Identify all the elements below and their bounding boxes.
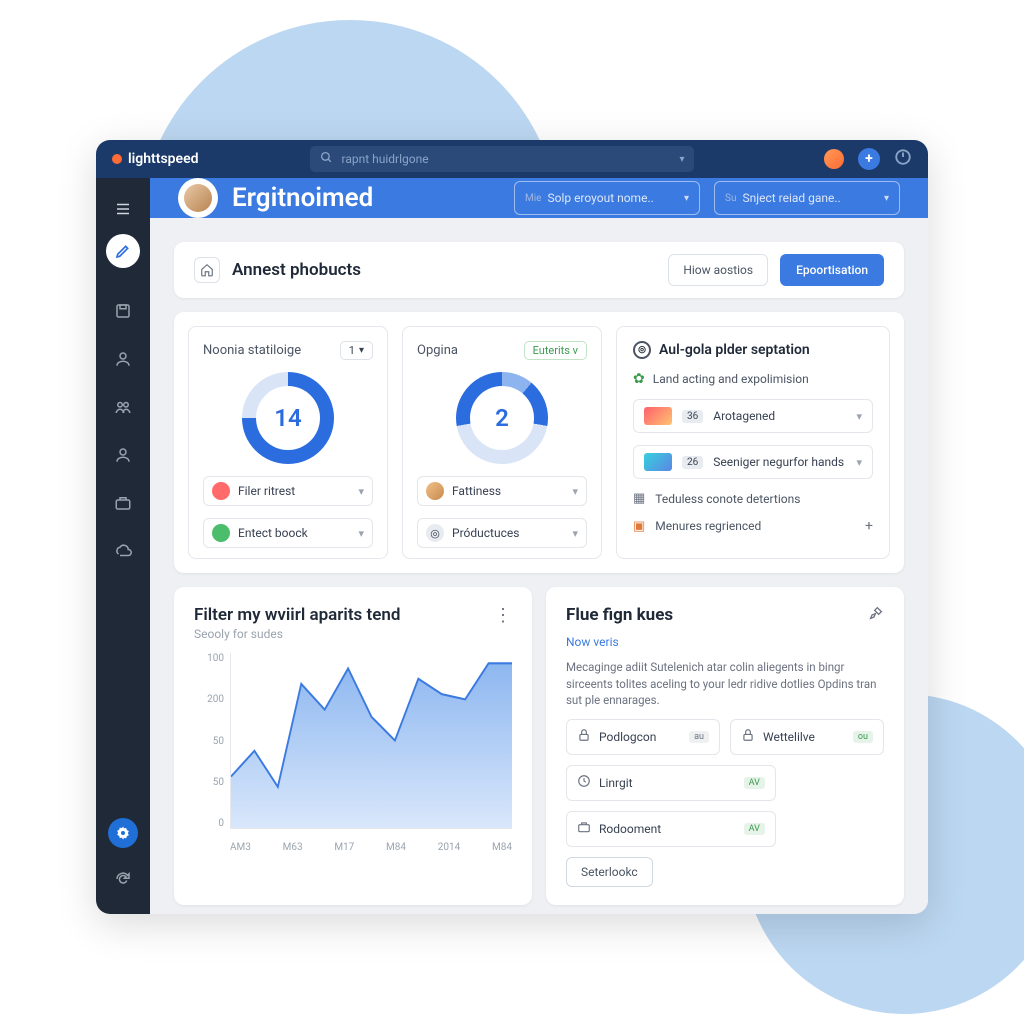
chevron-down-icon: ▾ <box>856 410 862 423</box>
info-body: Mecaginge adiit Sutelenich atar colin al… <box>566 659 884 709</box>
chart-subtitle: Seooly for sudes <box>194 627 400 641</box>
thumbnail <box>644 407 672 425</box>
lock-icon <box>741 728 755 746</box>
grid-icon: ▦ <box>633 491 645 506</box>
sidebar-item-profile[interactable] <box>106 438 140 472</box>
tools-icon[interactable] <box>868 605 884 625</box>
chevron-down-icon: ▾ <box>572 485 578 498</box>
leaf-icon: ✿ <box>633 371 645 387</box>
gauge-2-dd-2[interactable]: ◎Próductuces▾ <box>417 518 587 548</box>
search-placeholder: rapnt huidrlgone <box>341 152 428 166</box>
options-button[interactable]: Hiow aostios <box>668 254 768 286</box>
chevron-down-icon: ▾ <box>358 527 364 540</box>
search-icon <box>320 151 333 167</box>
gauge-1-dd-2[interactable]: Entect boock▾ <box>203 518 373 548</box>
chart-title: Filter my wviirl aparits tend <box>194 605 400 625</box>
rp-subtitle: ✿ Land acting and expolimision <box>633 371 873 387</box>
gauge-2-title: Opgina <box>417 343 458 358</box>
rp-row-1[interactable]: 36 Arotagened ▾ <box>633 399 873 433</box>
page-title: Ergitnoimed <box>232 183 373 213</box>
target-icon: ◎ <box>426 524 444 542</box>
refresh-button[interactable] <box>106 862 140 896</box>
brand-name: lighttspeed <box>128 151 198 167</box>
gauge-2-dd-1[interactable]: Fattiness▾ <box>417 476 587 506</box>
menu-toggle[interactable] <box>106 192 140 226</box>
chevron-down-icon: ▾ <box>856 456 862 469</box>
x-axis: AM3 M63 M17 M84 2014 M84 <box>230 842 512 853</box>
search-input[interactable]: rapnt huidrlgone ▾ <box>310 146 694 172</box>
dot-icon <box>212 482 230 500</box>
sidebar-item-people[interactable] <box>106 390 140 424</box>
hero-banner: Ergitnoimed Mie Solp eroyout nome.. ▾ Su… <box>150 178 928 218</box>
settings-button[interactable] <box>108 818 138 848</box>
section-title: Annest phobucts <box>232 260 361 280</box>
brand-logo-icon <box>112 154 122 164</box>
home-icon[interactable] <box>194 257 220 283</box>
topbar: lighttspeed rapnt huidrlgone ▾ + <box>96 140 928 178</box>
info-item-0[interactable]: Podlogcon au <box>566 719 720 755</box>
toolbar-card: Annest phobucts Hiow aostios Epoortisati… <box>174 242 904 298</box>
avatar-icon <box>426 482 444 500</box>
thumbnail <box>644 453 672 471</box>
gauge-2-donut: 2 <box>456 372 548 464</box>
gauge-2-badge[interactable]: Euterits v <box>524 341 587 360</box>
clock-icon <box>577 774 591 792</box>
rp-line-2: ▣ Menures regrienced + <box>633 518 873 534</box>
sidebar-item-pen[interactable] <box>106 234 140 268</box>
chart-card: Filter my wviirl aparits tend Seooly for… <box>174 587 532 905</box>
hero-avatar <box>178 178 218 218</box>
add-icon[interactable]: + <box>865 518 873 534</box>
power-icon[interactable] <box>894 148 912 171</box>
chevron-down-icon: ▾ <box>572 527 578 540</box>
sidebar-item-save[interactable] <box>106 294 140 328</box>
right-panel: ◎ Aul-gola plder septation ✿ Land acting… <box>616 326 890 559</box>
gauge-1-donut: 14 <box>242 372 334 464</box>
chevron-down-icon: ▾ <box>684 193 689 204</box>
hero-select-2[interactable]: Su Snject reiad gane.. ▾ <box>714 181 900 215</box>
briefcase-icon <box>577 820 591 838</box>
info-item-2[interactable]: Linrgit AV <box>566 765 776 801</box>
info-title: Flue fign kues <box>566 605 673 625</box>
rp-row-2[interactable]: 26 Seeniger negurfor hands ▾ <box>633 445 873 479</box>
box-icon: ▣ <box>633 519 645 534</box>
hero-select-1[interactable]: Mie Solp eroyout nome.. ▾ <box>514 181 700 215</box>
dot-icon <box>212 524 230 542</box>
more-icon[interactable]: ⋮ <box>494 605 512 626</box>
gauge-1-dd-1[interactable]: Filer ritrest▾ <box>203 476 373 506</box>
sidebar-item-cloud[interactable] <box>106 534 140 568</box>
y-axis: 100 200 50 50 0 <box>194 653 224 829</box>
add-button[interactable]: + <box>858 148 880 170</box>
topbar-actions: + <box>824 148 912 171</box>
gauge-card-2: Opgina Euterits v 2 Fattiness▾ ◎Próductu… <box>402 326 602 559</box>
info-card: Flue fign kues Now veris Mecaginge adiit… <box>546 587 904 905</box>
lock-icon <box>577 728 591 746</box>
chevron-down-icon: ▾ <box>679 154 684 165</box>
user-avatar[interactable] <box>824 149 844 169</box>
gauge-card-1: Noonia statiloige 1▾ 14 Filer ritrest▾ E… <box>188 326 388 559</box>
info-item-3[interactable]: Rodooment AV <box>566 811 776 847</box>
rp-title: ◎ Aul-gola plder septation <box>633 341 873 359</box>
main-content: Ergitnoimed Mie Solp eroyout nome.. ▾ Su… <box>150 178 928 914</box>
gauge-1-title: Noonia statiloige <box>203 343 301 358</box>
export-button[interactable]: Epoortisation <box>780 254 884 286</box>
chart-plot: 100 200 50 50 0 <box>194 653 512 853</box>
sidebar-item-briefcase[interactable] <box>106 486 140 520</box>
sidebar <box>96 178 150 914</box>
sidebar-item-user[interactable] <box>106 342 140 376</box>
rp-line-1: ▦ Teduless conote detertions <box>633 491 873 506</box>
info-action-button[interactable]: Seterlookc <box>566 857 653 887</box>
info-link[interactable]: Now veris <box>566 635 884 649</box>
info-item-1[interactable]: Wettelilve ou <box>730 719 884 755</box>
chevron-down-icon: ▾ <box>358 485 364 498</box>
target-icon: ◎ <box>633 341 651 359</box>
gauge-1-badge[interactable]: 1▾ <box>340 341 373 360</box>
app-window: lighttspeed rapnt huidrlgone ▾ + <box>96 140 928 914</box>
chevron-down-icon: ▾ <box>884 193 889 204</box>
brand: lighttspeed <box>112 151 198 167</box>
